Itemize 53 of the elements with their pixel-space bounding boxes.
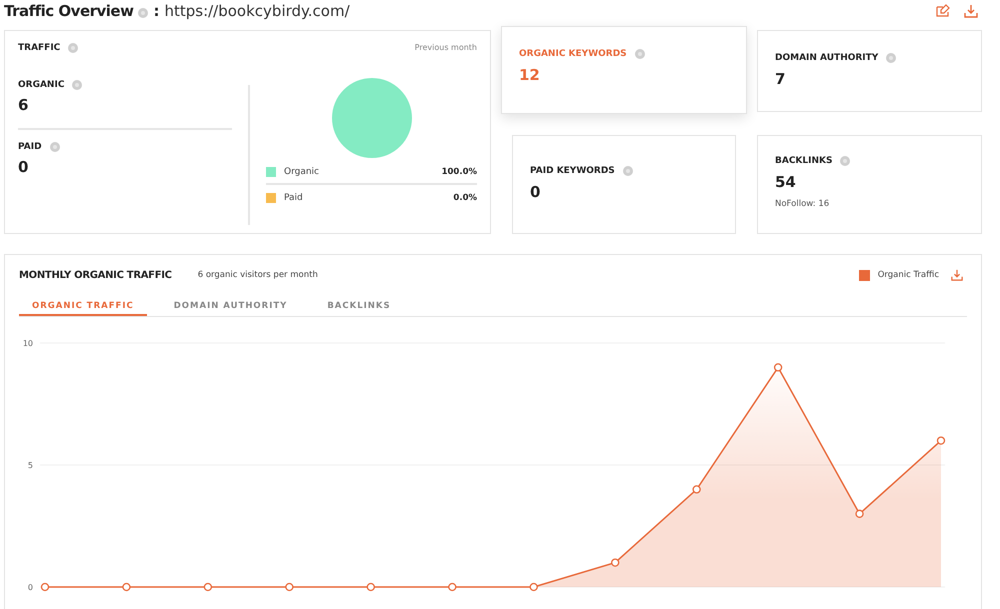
legend-swatch [858, 270, 870, 280]
axis-tick-label: 0 [28, 583, 33, 592]
stat-label: BACKLINKS [775, 156, 832, 166]
data-point[interactable] [936, 436, 946, 445]
chart-tab[interactable]: BACKLINKS [314, 301, 404, 316]
legend-swatch [266, 193, 276, 203]
edit-report-icon[interactable] [936, 4, 950, 18]
stat-note: NoFollow: 16 [775, 199, 830, 209]
stat-label: PAID KEYWORDS [530, 166, 615, 176]
stat-label: ORGANIC KEYWORDS [519, 49, 627, 59]
stat-card[interactable]: BACKLINKS 54 NoFollow: 16 [757, 135, 982, 234]
stat-value: 12 [519, 66, 541, 84]
separator: : [153, 2, 160, 20]
axis-tick-label: 5 [28, 461, 33, 470]
site-url: https://bookcybirdy.com/ [164, 2, 350, 20]
data-point[interactable] [692, 485, 701, 494]
stat-label: DOMAIN AUTHORITY [775, 53, 878, 63]
legend-swatch [266, 167, 276, 177]
legend-value: 0.0% [453, 193, 477, 203]
data-point[interactable] [530, 582, 538, 592]
download-icon[interactable] [964, 4, 978, 18]
data-point[interactable] [40, 582, 50, 592]
data-point[interactable] [366, 582, 375, 592]
metric-label: PAID [18, 142, 42, 152]
axis-tick-label: 10 [22, 339, 33, 348]
data-point[interactable] [285, 582, 294, 592]
legend-label: Organic Traffic [878, 270, 939, 280]
data-point[interactable] [855, 510, 864, 518]
chart-tab[interactable]: DOMAIN AUTHORITY [160, 301, 300, 316]
metric-value: 0 [18, 158, 30, 176]
download-icon[interactable] [951, 269, 963, 281]
legend-label: Organic [284, 167, 320, 177]
metric-label: ORGANIC [18, 80, 64, 90]
legend-value: 100.0% [442, 167, 477, 177]
card-label: TRAFFIC [18, 43, 60, 53]
stat-card[interactable]: ORGANIC KEYWORDS 12 [501, 26, 747, 114]
card-subtitle: 6 organic visitors per month [198, 270, 318, 280]
data-point[interactable] [204, 582, 212, 592]
stat-value: 54 [775, 173, 797, 191]
card-title: MONTHLY ORGANIC TRAFFIC [19, 270, 172, 280]
page-title: Traffic Overview [4, 2, 134, 20]
stat-card[interactable]: PAID KEYWORDS 0 [512, 135, 736, 234]
data-point[interactable] [774, 363, 782, 372]
data-point[interactable] [611, 558, 620, 567]
period-label: Previous month [414, 43, 477, 52]
stat-value: 7 [775, 70, 786, 88]
stat-value: 0 [530, 183, 542, 201]
stat-card[interactable]: DOMAIN AUTHORITY 7 [757, 30, 982, 112]
legend-label: Paid [284, 193, 303, 203]
chart-tab[interactable]: ORGANIC TRAFFIC [19, 301, 147, 316]
data-point[interactable] [122, 582, 131, 592]
metric-value: 6 [18, 96, 30, 114]
data-point[interactable] [448, 582, 456, 592]
